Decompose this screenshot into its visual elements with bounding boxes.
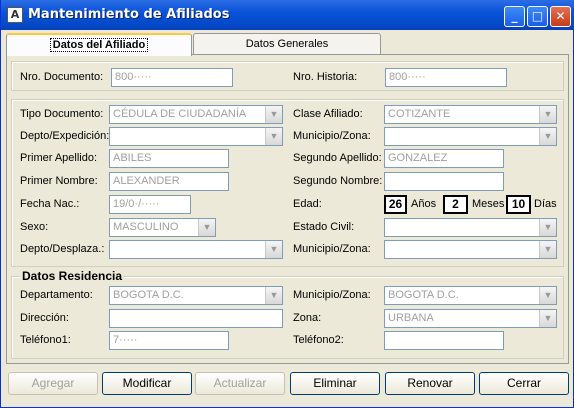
nro-historia-field[interactable]: 800····· — [385, 68, 507, 87]
afiliado-group: Tipo Documento: CÉDULA DE CIUDADANÍA ▼ C… — [11, 99, 564, 267]
chevron-down-icon[interactable]: ▼ — [265, 128, 282, 145]
estado-civil-label: Estado Civil: — [293, 221, 355, 233]
sexo-value: MASCULINO — [113, 221, 179, 233]
actualizar-button[interactable]: Actualizar — [195, 372, 285, 395]
cerrar-button[interactable]: Cerrar — [479, 372, 569, 395]
estado-civil-select[interactable]: ▼ — [384, 218, 557, 237]
depto-desplaza-select[interactable]: ▼ — [109, 240, 283, 259]
clase-afiliado-value: COTIZANTE — [388, 108, 451, 120]
municipio-zona2-select[interactable]: ▼ — [384, 240, 557, 259]
agregar-button[interactable]: Agregar — [8, 372, 98, 395]
eliminar-button[interactable]: Eliminar — [290, 372, 380, 395]
depto-expedicion-label: Depto/Expedición: — [20, 130, 110, 142]
residencia-title: Datos Residencia — [20, 269, 125, 283]
municipio-zona2-label: Municipio/Zona: — [293, 243, 371, 255]
minimize-button[interactable]: _ — [504, 6, 525, 27]
fecha-nac-field[interactable]: 19/0·/····· — [109, 195, 191, 214]
chevron-down-icon[interactable]: ▼ — [265, 106, 282, 123]
direccion-field[interactable] — [109, 309, 283, 328]
window-title: Mantenimiento de Afiliados — [28, 7, 230, 22]
nro-historia-label: Nro. Historia: — [293, 71, 358, 83]
chevron-down-icon[interactable]: ▼ — [265, 287, 282, 304]
direccion-label: Dirección: — [20, 312, 69, 324]
tab-strip: Datos del Afiliado Datos Generales — [6, 33, 386, 56]
sexo-select[interactable]: MASCULINO ▼ — [109, 218, 216, 237]
res-municipio-zona-label: Municipio/Zona: — [293, 289, 371, 301]
municipio-zona-select[interactable]: ▼ — [384, 127, 557, 146]
telefono2-label: Teléfono2: — [293, 334, 344, 346]
tab-label: Datos Generales — [245, 38, 329, 50]
clase-afiliado-select[interactable]: COTIZANTE ▼ — [384, 105, 557, 124]
tab-datos-afiliado[interactable]: Datos del Afiliado — [6, 33, 192, 56]
departamento-value: BOGOTA D.C. — [113, 289, 184, 301]
segundo-apellido-field[interactable]: GONZALEZ — [384, 149, 504, 168]
document-group: Nro. Documento: 800····· Nro. Historia: … — [11, 61, 564, 91]
maximize-button[interactable]: □ — [527, 6, 548, 27]
app-icon[interactable]: A — [7, 7, 23, 23]
res-municipio-zona-value: BOGOTA D.C. — [388, 289, 459, 301]
fecha-nac-label: Fecha Nac.: — [20, 198, 80, 210]
depto-expedicion-select[interactable]: ▼ — [109, 127, 283, 146]
sexo-label: Sexo: — [20, 221, 49, 233]
anos-label: Años — [411, 198, 437, 210]
zona-value: URBANA — [388, 312, 434, 324]
chevron-down-icon[interactable]: ▼ — [198, 219, 215, 236]
zona-select[interactable]: URBANA ▼ — [384, 309, 557, 328]
tab-datos-generales[interactable]: Datos Generales — [193, 33, 381, 54]
chevron-down-icon[interactable]: ▼ — [539, 310, 556, 327]
municipio-zona-label: Municipio/Zona: — [293, 130, 371, 142]
chevron-down-icon[interactable]: ▼ — [539, 241, 556, 258]
modificar-button[interactable]: Modificar — [102, 372, 192, 395]
main-window: A Mantenimiento de Afiliados _ □ ✕ Datos… — [0, 0, 574, 408]
edad-meses-value: 2 — [443, 195, 468, 214]
maximize-icon: □ — [531, 9, 544, 23]
tipo-documento-value: CÉDULA DE CIUDADANÍA — [113, 108, 247, 120]
telefono2-field[interactable] — [384, 331, 504, 350]
minimize-icon: _ — [511, 9, 518, 23]
chevron-down-icon[interactable]: ▼ — [265, 241, 282, 258]
chevron-down-icon[interactable]: ▼ — [539, 287, 556, 304]
chevron-down-icon[interactable]: ▼ — [539, 128, 556, 145]
chevron-down-icon[interactable]: ▼ — [539, 106, 556, 123]
meses-label: Meses — [472, 198, 505, 210]
clase-afiliado-label: Clase Afiliado: — [293, 108, 363, 120]
departamento-label: Departamento: — [20, 289, 93, 301]
primer-apellido-field[interactable]: ABILES — [109, 149, 229, 168]
zona-label: Zona: — [293, 312, 322, 324]
chevron-down-icon[interactable]: ▼ — [539, 219, 556, 236]
res-municipio-zona-select[interactable]: BOGOTA D.C. ▼ — [384, 286, 557, 305]
edad-label: Edad: — [293, 198, 322, 210]
renovar-button[interactable]: Renovar — [385, 372, 475, 395]
segundo-nombre-label: Segundo Nombre: — [293, 175, 383, 187]
departamento-select[interactable]: BOGOTA D.C. ▼ — [109, 286, 283, 305]
depto-desplaza-label: Depto/Desplaza.: — [20, 243, 105, 255]
segundo-nombre-field[interactable] — [384, 172, 504, 191]
primer-nombre-field[interactable]: ALEXANDER — [109, 172, 229, 191]
nro-documento-label: Nro. Documento: — [20, 71, 104, 83]
telefono1-field[interactable]: 7····· — [109, 331, 229, 350]
tipo-documento-label: Tipo Documento: — [20, 108, 104, 120]
tipo-documento-select[interactable]: CÉDULA DE CIUDADANÍA ▼ — [109, 105, 283, 124]
edad-dias-value: 10 — [506, 195, 531, 214]
tab-panel: Nro. Documento: 800····· Nro. Historia: … — [6, 54, 569, 364]
close-icon: ✕ — [555, 9, 566, 23]
dias-label: Días — [534, 198, 557, 210]
primer-apellido-label: Primer Apellido: — [20, 152, 98, 164]
primer-nombre-label: Primer Nombre: — [20, 175, 98, 187]
edad-anos-value: 26 — [384, 195, 407, 214]
telefono1-label: Teléfono1: — [20, 334, 71, 346]
title-bar[interactable]: A Mantenimiento de Afiliados _ □ ✕ — [1, 0, 574, 30]
nro-documento-field[interactable]: 800····· — [111, 68, 233, 87]
residencia-group: Datos Residencia Departamento: BOGOTA D.… — [11, 269, 564, 359]
segundo-apellido-label: Segundo Apellido: — [293, 152, 382, 164]
tab-label: Datos del Afiliado — [49, 38, 149, 52]
close-button[interactable]: ✕ — [550, 6, 571, 27]
